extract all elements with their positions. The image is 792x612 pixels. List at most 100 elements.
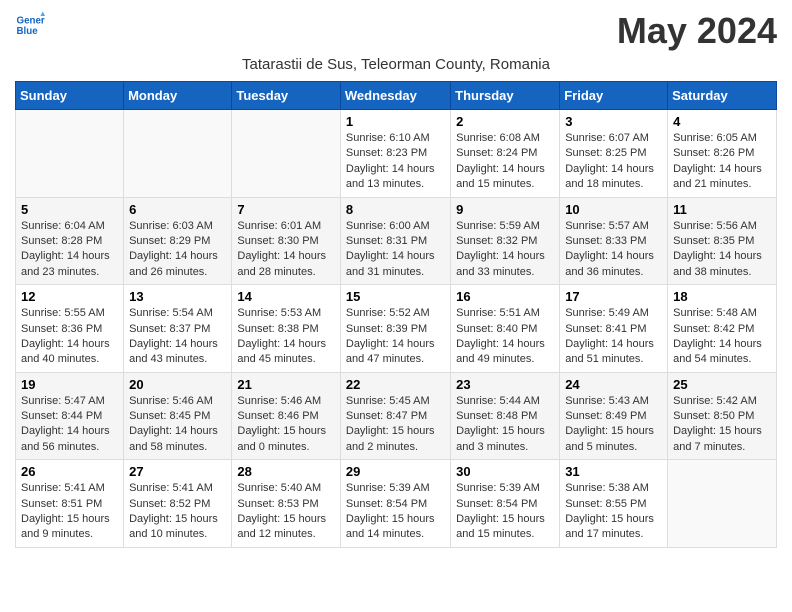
calendar-cell: 24 Sunrise: 5:43 AMSunset: 8:49 PMDayligh… bbox=[560, 372, 668, 460]
calendar-cell: 31Sunrise: 5:38 AMSunset: 8:55 PMDayligh… bbox=[560, 460, 668, 548]
weekday-header-sunday: Sunday bbox=[16, 82, 124, 110]
month-title: May 2024 bbox=[617, 10, 777, 52]
calendar: SundayMondayTuesdayWednesdayThursdayFrid… bbox=[15, 81, 777, 548]
day-number: 26 bbox=[21, 464, 118, 479]
day-info: Sunrise: 5:40 AMSunset: 8:53 PMDaylight:… bbox=[237, 481, 335, 543]
day-info: Sunrise: 6:01 AMSunset: 8:30 PMDaylight:… bbox=[237, 219, 335, 281]
day-number: 12 bbox=[21, 289, 118, 304]
day-info: Sunrise: 5:46 AMSunset: 8:45 PMDaylight:… bbox=[129, 394, 226, 456]
calendar-cell: 22 Sunrise: 5:45 AMSunset: 8:47 PMDayligh… bbox=[340, 372, 450, 460]
day-number: 22 bbox=[346, 377, 445, 392]
day-number: 11 bbox=[673, 202, 771, 217]
day-info: Sunrise: 5:55 AMSunset: 8:36 PMDaylight:… bbox=[21, 306, 118, 368]
calendar-cell: 3 Sunrise: 6:07 AMSunset: 8:25 PMDaylight… bbox=[560, 110, 668, 198]
logo: General Blue bbox=[15, 10, 45, 40]
calendar-cell: 19 Sunrise: 5:47 AMSunset: 8:44 PMDayligh… bbox=[16, 372, 124, 460]
day-info: Sunrise: 5:44 AMSunset: 8:48 PMDaylight:… bbox=[456, 394, 554, 456]
header: General Blue May 2024 bbox=[15, 10, 777, 52]
day-number: 25 bbox=[673, 377, 771, 392]
day-info: Sunrise: 5:47 AMSunset: 8:44 PMDaylight:… bbox=[21, 394, 118, 456]
day-info: Sunrise: 5:42 AMSunset: 8:50 PMDaylight:… bbox=[673, 394, 771, 456]
day-number: 17 bbox=[565, 289, 662, 304]
day-info: Sunrise: 6:10 AMSunset: 8:23 PMDaylight:… bbox=[346, 131, 445, 193]
day-info: Sunrise: 5:59 AMSunset: 8:32 PMDaylight:… bbox=[456, 219, 554, 281]
day-info: Sunrise: 5:39 AMSunset: 8:54 PMDaylight:… bbox=[456, 481, 554, 543]
calendar-week-row: 26Sunrise: 5:41 AMSunset: 8:51 PMDayligh… bbox=[16, 460, 777, 548]
day-number: 5 bbox=[21, 202, 118, 217]
calendar-week-row: 12 Sunrise: 5:55 AMSunset: 8:36 PMDayligh… bbox=[16, 285, 777, 373]
day-number: 8 bbox=[346, 202, 445, 217]
calendar-week-row: 19 Sunrise: 5:47 AMSunset: 8:44 PMDayligh… bbox=[16, 372, 777, 460]
weekday-header-thursday: Thursday bbox=[451, 82, 560, 110]
day-info: Sunrise: 5:39 AMSunset: 8:54 PMDaylight:… bbox=[346, 481, 445, 543]
day-number: 31 bbox=[565, 464, 662, 479]
day-number: 16 bbox=[456, 289, 554, 304]
day-info: Sunrise: 6:08 AMSunset: 8:24 PMDaylight:… bbox=[456, 131, 554, 193]
day-info: Sunrise: 5:45 AMSunset: 8:47 PMDaylight:… bbox=[346, 394, 445, 456]
weekday-header-row: SundayMondayTuesdayWednesdayThursdayFrid… bbox=[16, 82, 777, 110]
day-number: 13 bbox=[129, 289, 226, 304]
weekday-header-wednesday: Wednesday bbox=[340, 82, 450, 110]
calendar-week-row: 1 Sunrise: 6:10 AMSunset: 8:23 PMDaylight… bbox=[16, 110, 777, 198]
day-number: 21 bbox=[237, 377, 335, 392]
day-number: 29 bbox=[346, 464, 445, 479]
svg-text:General: General bbox=[17, 16, 46, 27]
day-number: 27 bbox=[129, 464, 226, 479]
day-number: 18 bbox=[673, 289, 771, 304]
calendar-cell bbox=[668, 460, 777, 548]
day-info: Sunrise: 5:43 AMSunset: 8:49 PMDaylight:… bbox=[565, 394, 662, 456]
day-number: 19 bbox=[21, 377, 118, 392]
weekday-header-saturday: Saturday bbox=[668, 82, 777, 110]
day-info: Sunrise: 5:51 AMSunset: 8:40 PMDaylight:… bbox=[456, 306, 554, 368]
day-number: 3 bbox=[565, 114, 662, 129]
calendar-cell: 28 Sunrise: 5:40 AMSunset: 8:53 PMDayligh… bbox=[232, 460, 341, 548]
day-number: 28 bbox=[237, 464, 335, 479]
calendar-cell: 8 Sunrise: 6:00 AMSunset: 8:31 PMDaylight… bbox=[340, 197, 450, 285]
day-number: 20 bbox=[129, 377, 226, 392]
calendar-cell: 30 Sunrise: 5:39 AMSunset: 8:54 PMDayligh… bbox=[451, 460, 560, 548]
calendar-cell: 25 Sunrise: 5:42 AMSunset: 8:50 PMDayligh… bbox=[668, 372, 777, 460]
svg-text:Blue: Blue bbox=[17, 26, 39, 37]
calendar-cell: 14Sunrise: 5:53 AMSunset: 8:38 PMDayligh… bbox=[232, 285, 341, 373]
day-number: 24 bbox=[565, 377, 662, 392]
day-info: Sunrise: 5:57 AMSunset: 8:33 PMDaylight:… bbox=[565, 219, 662, 281]
day-info: Sunrise: 5:54 AMSunset: 8:37 PMDaylight:… bbox=[129, 306, 226, 368]
calendar-cell bbox=[16, 110, 124, 198]
day-info: Sunrise: 5:46 AMSunset: 8:46 PMDaylight:… bbox=[237, 394, 335, 456]
calendar-cell: 16 Sunrise: 5:51 AMSunset: 8:40 PMDayligh… bbox=[451, 285, 560, 373]
weekday-header-monday: Monday bbox=[124, 82, 232, 110]
calendar-cell bbox=[232, 110, 341, 198]
day-number: 2 bbox=[456, 114, 554, 129]
calendar-cell: 4 Sunrise: 6:05 AMSunset: 8:26 PMDaylight… bbox=[668, 110, 777, 198]
day-info: Sunrise: 5:49 AMSunset: 8:41 PMDaylight:… bbox=[565, 306, 662, 368]
logo-icon: General Blue bbox=[15, 10, 45, 40]
day-info: Sunrise: 6:00 AMSunset: 8:31 PMDaylight:… bbox=[346, 219, 445, 281]
weekday-header-tuesday: Tuesday bbox=[232, 82, 341, 110]
day-number: 23 bbox=[456, 377, 554, 392]
day-number: 4 bbox=[673, 114, 771, 129]
calendar-cell bbox=[124, 110, 232, 198]
day-number: 30 bbox=[456, 464, 554, 479]
day-info: Sunrise: 5:48 AMSunset: 8:42 PMDaylight:… bbox=[673, 306, 771, 368]
calendar-cell: 11Sunrise: 5:56 AMSunset: 8:35 PMDayligh… bbox=[668, 197, 777, 285]
calendar-cell: 2 Sunrise: 6:08 AMSunset: 8:24 PMDaylight… bbox=[451, 110, 560, 198]
calendar-cell: 29 Sunrise: 5:39 AMSunset: 8:54 PMDayligh… bbox=[340, 460, 450, 548]
calendar-cell: 23 Sunrise: 5:44 AMSunset: 8:48 PMDayligh… bbox=[451, 372, 560, 460]
day-number: 15 bbox=[346, 289, 445, 304]
calendar-cell: 15 Sunrise: 5:52 AMSunset: 8:39 PMDayligh… bbox=[340, 285, 450, 373]
calendar-cell: 12 Sunrise: 5:55 AMSunset: 8:36 PMDayligh… bbox=[16, 285, 124, 373]
day-info: Sunrise: 5:53 AMSunset: 8:38 PMDaylight:… bbox=[237, 306, 335, 368]
day-number: 7 bbox=[237, 202, 335, 217]
day-info: Sunrise: 6:05 AMSunset: 8:26 PMDaylight:… bbox=[673, 131, 771, 193]
day-number: 9 bbox=[456, 202, 554, 217]
calendar-cell: 20 Sunrise: 5:46 AMSunset: 8:45 PMDayligh… bbox=[124, 372, 232, 460]
subtitle: Tatarastii de Sus, Teleorman County, Rom… bbox=[15, 56, 777, 73]
calendar-week-row: 5Sunrise: 6:04 AMSunset: 8:28 PMDaylight… bbox=[16, 197, 777, 285]
day-info: Sunrise: 5:52 AMSunset: 8:39 PMDaylight:… bbox=[346, 306, 445, 368]
calendar-cell: 7 Sunrise: 6:01 AMSunset: 8:30 PMDaylight… bbox=[232, 197, 341, 285]
calendar-cell: 5Sunrise: 6:04 AMSunset: 8:28 PMDaylight… bbox=[16, 197, 124, 285]
day-number: 1 bbox=[346, 114, 445, 129]
calendar-cell: 26Sunrise: 5:41 AMSunset: 8:51 PMDayligh… bbox=[16, 460, 124, 548]
calendar-cell: 10Sunrise: 5:57 AMSunset: 8:33 PMDayligh… bbox=[560, 197, 668, 285]
day-info: Sunrise: 6:07 AMSunset: 8:25 PMDaylight:… bbox=[565, 131, 662, 193]
